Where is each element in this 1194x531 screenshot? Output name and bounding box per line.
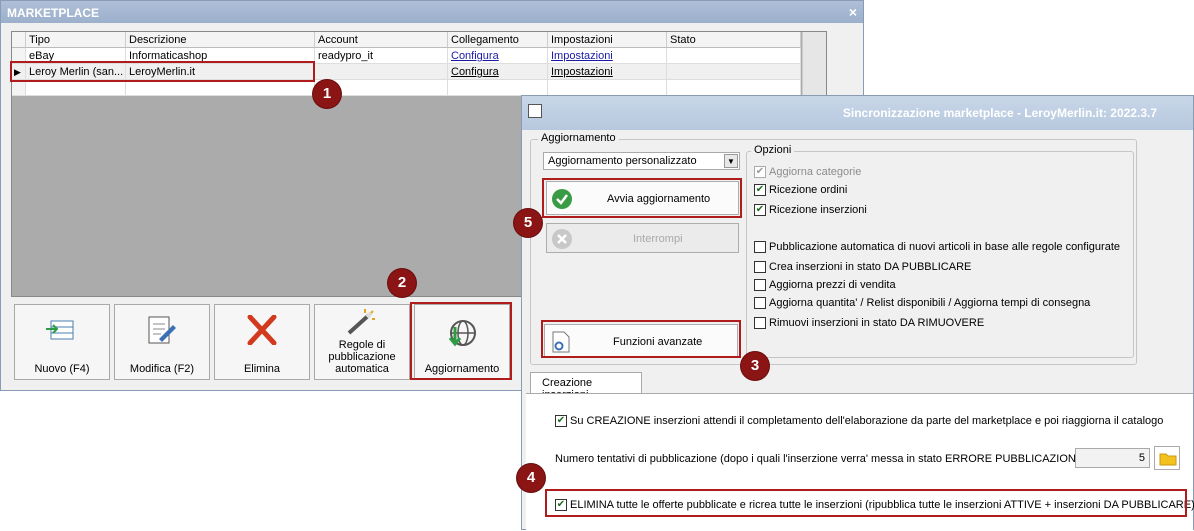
option-checkbox[interactable] (754, 241, 766, 253)
rules-label-line2: pubblicazione (328, 351, 396, 363)
delete-button-label: Elimina (243, 363, 281, 375)
update-mode-value: Aggiornamento personalizzato (548, 155, 697, 167)
attempts-input[interactable]: 5 (1075, 448, 1150, 468)
option-checkbox[interactable] (754, 166, 766, 178)
impostazioni-link[interactable]: Impostazioni (551, 66, 613, 78)
column-header-descrizione[interactable]: Descrizione (126, 32, 315, 48)
rules-button-label: Regole di pubblicazione automatica (315, 339, 409, 375)
option-checkbox[interactable] (754, 204, 766, 216)
step-badge-5: 5 (514, 209, 542, 237)
highlight-box-1 (10, 61, 315, 82)
step-badge-1: 1 (313, 80, 341, 108)
impostazioni-link[interactable]: Impostazioni (551, 50, 613, 62)
table-cell-empty[interactable] (548, 80, 667, 96)
column-header-stato[interactable]: Stato (667, 32, 801, 48)
rules-button[interactable]: Regole di pubblicazione automatica (314, 304, 410, 380)
attempts-label: Numero tentativi di pubblicazione (dopo … (555, 453, 1093, 465)
wait-completion-label: Su CREAZIONE inserzioni attendi il compl… (570, 415, 1164, 427)
stop-button[interactable]: Interrompi (546, 223, 739, 253)
wait-completion-checkbox[interactable] (555, 415, 567, 427)
table-cell-account[interactable]: readypro_it (315, 48, 448, 64)
sync-window-title: Sincronizzazione marketplace - LeroyMerl… (842, 106, 1157, 120)
folder-icon (1159, 453, 1177, 466)
highlight-box-4 (545, 489, 1187, 517)
option-label: Ricezione ordini (769, 184, 848, 196)
stop-x-circle-icon (552, 229, 572, 249)
rules-label-line3: automatica (335, 363, 389, 375)
edit-button-label: Modifica (F2) (129, 363, 195, 375)
tab-creazione-inserzioni[interactable]: Creazione inserzioni (530, 372, 642, 401)
edit-button[interactable]: Modifica (F2) (114, 304, 210, 380)
new-button-label: Nuovo (F4) (34, 363, 90, 375)
column-header-impostazioni[interactable]: Impostazioni (548, 32, 667, 48)
highlight-box-2 (410, 302, 512, 380)
option-label: Aggiorna prezzi di vendita (769, 279, 896, 291)
window-icon (528, 104, 542, 118)
sync-window: Sincronizzazione marketplace - LeroyMerl… (521, 95, 1194, 531)
options-group-title: Opzioni (751, 144, 795, 156)
column-header-account[interactable]: Account (315, 32, 448, 48)
column-header-tipo[interactable]: Tipo (26, 32, 126, 48)
table-cell-stato[interactable] (667, 64, 801, 80)
step-badge-2: 2 (388, 269, 416, 297)
new-button[interactable]: Nuovo (F4) (14, 304, 110, 380)
option-label: Crea inserzioni in stato DA PUBBLICARE (769, 261, 972, 273)
option-label: Aggiorna quantita' / Relist disponibili … (769, 297, 1091, 309)
table-cell-stato[interactable] (667, 48, 801, 64)
table-cell-empty[interactable] (26, 80, 126, 96)
option-checkbox[interactable] (754, 184, 766, 196)
sync-title-bar: Sincronizzazione marketplace - LeroyMerl… (522, 96, 1193, 130)
step-badge-4: 4 (517, 464, 545, 492)
table-cell-impostazioni[interactable]: Impostazioni (548, 64, 667, 80)
option-checkbox[interactable] (754, 261, 766, 273)
option-checkbox[interactable] (754, 317, 766, 329)
table-cell-account[interactable] (315, 64, 448, 80)
column-header-collegamento[interactable]: Collegamento (448, 32, 548, 48)
chevron-down-icon[interactable]: ▼ (724, 154, 738, 168)
update-mode-select[interactable]: Aggiornamento personalizzato ▼ (543, 152, 740, 170)
new-record-icon (46, 320, 74, 340)
row-indicator-header (12, 32, 26, 48)
window-title: MARKETPLACE (7, 6, 99, 20)
option-checkbox[interactable] (754, 279, 766, 291)
delete-button[interactable]: Elimina (214, 304, 310, 380)
table-cell-empty[interactable] (667, 80, 801, 96)
option-label: Aggiorna categorie (769, 166, 862, 178)
option-label: Ricezione inserzioni (769, 204, 867, 216)
option-label: Rimuovi inserzioni in stato DA RIMUOVERE (769, 317, 985, 329)
rules-label-line1: Regole di (338, 339, 386, 351)
highlight-box-3 (541, 320, 741, 358)
table-cell-collegamento[interactable]: Configura (448, 64, 548, 80)
folder-button[interactable] (1154, 446, 1180, 470)
update-group-title: Aggiornamento (538, 132, 619, 144)
row-indicator[interactable] (12, 80, 26, 96)
step-badge-3: 3 (741, 352, 769, 380)
table-cell-collegamento[interactable]: Configura (448, 48, 548, 64)
close-icon[interactable]: × (849, 4, 857, 20)
edit-document-icon (148, 316, 176, 344)
table-cell-impostazioni[interactable]: Impostazioni (548, 48, 667, 64)
option-checkbox[interactable] (754, 297, 766, 309)
magic-wand-icon (347, 309, 375, 335)
marketplace-title-bar: MARKETPLACE × (1, 1, 863, 23)
table-cell-empty[interactable] (126, 80, 315, 96)
option-label: Pubblicazione automatica di nuovi artico… (769, 241, 1120, 253)
configura-link[interactable]: Configura (451, 50, 499, 62)
delete-x-icon (247, 315, 277, 345)
table-cell-empty[interactable] (448, 80, 548, 96)
highlight-box-5 (542, 178, 742, 218)
configura-link[interactable]: Configura (451, 66, 499, 78)
stop-button-label: Interrompi (633, 233, 683, 245)
